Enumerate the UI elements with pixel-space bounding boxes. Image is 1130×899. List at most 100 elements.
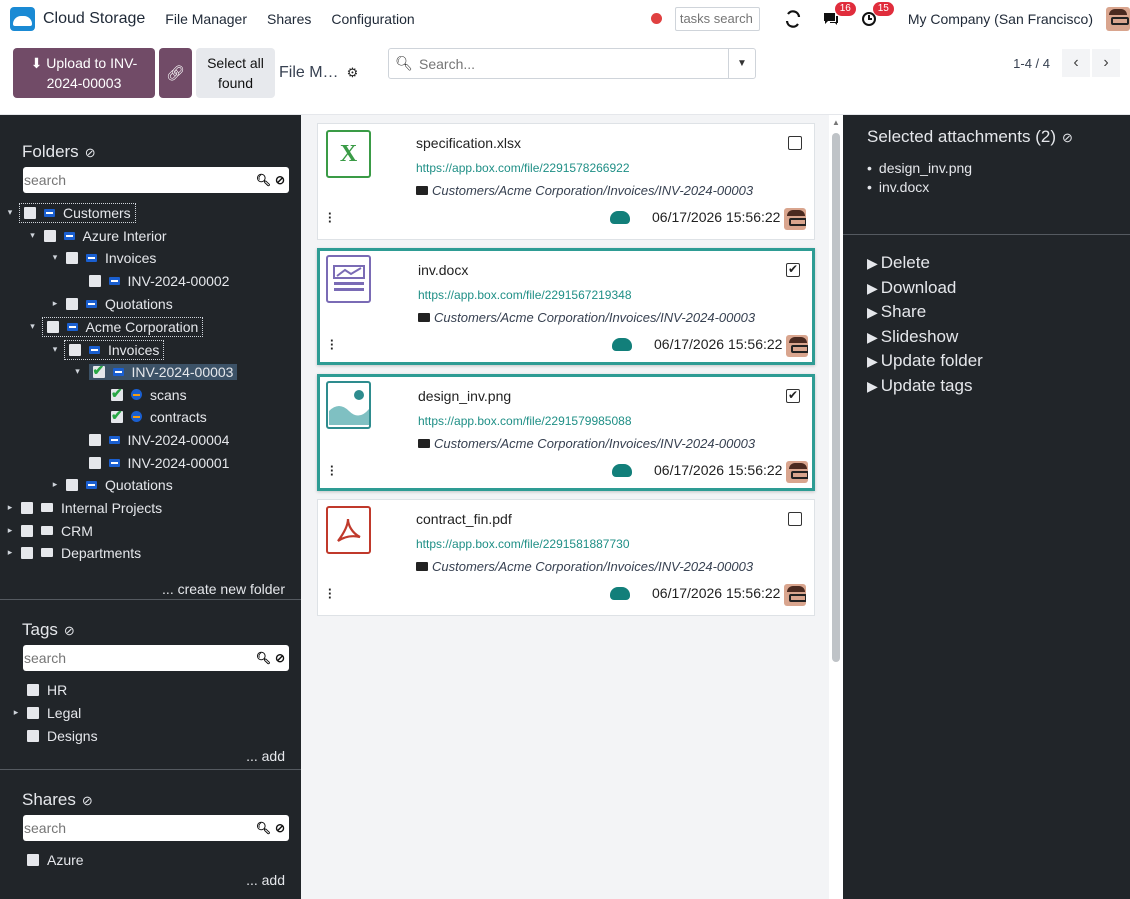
more-options-icon[interactable]: · · · bbox=[328, 583, 332, 604]
folder-node-body[interactable]: scans bbox=[111, 385, 187, 403]
checkbox[interactable] bbox=[111, 407, 123, 424]
clear-icon[interactable]: ⊘ bbox=[275, 821, 285, 835]
file-card[interactable]: design_inv.png https://app.box.com/file/2… bbox=[317, 374, 815, 491]
gear-icon[interactable]: ⚙ bbox=[347, 65, 359, 81]
folder-node-body[interactable]: Internal Projects bbox=[21, 500, 162, 516]
folder-node-body[interactable]: contracts bbox=[111, 407, 207, 425]
pdf-file-icon[interactable] bbox=[326, 506, 371, 554]
file-url-link[interactable]: https://app.box.com/file/2291578266922 bbox=[416, 161, 630, 175]
clear-folders-icon[interactable]: ⊘ bbox=[85, 145, 96, 160]
checkbox[interactable] bbox=[24, 206, 36, 219]
owner-avatar[interactable] bbox=[786, 461, 808, 483]
tag-item-hr[interactable]: HR bbox=[11, 679, 67, 700]
menu-configuration[interactable]: Configuration bbox=[331, 11, 414, 27]
action-share[interactable]: Share bbox=[867, 302, 983, 327]
sync-icon[interactable] bbox=[782, 8, 804, 30]
caret-right-icon[interactable]: ▸ bbox=[5, 525, 15, 536]
checkbox[interactable] bbox=[66, 251, 78, 264]
folder-node-body[interactable]: INV-2024-00002 bbox=[88, 273, 229, 289]
share-item-azure[interactable]: Azure bbox=[11, 849, 84, 870]
action-slideshow[interactable]: Slideshow bbox=[867, 327, 983, 352]
more-options-icon[interactable]: · · · bbox=[330, 460, 334, 481]
action-update-tags[interactable]: Update tags bbox=[867, 376, 983, 401]
user-avatar[interactable] bbox=[1106, 6, 1130, 31]
folder-node[interactable]: ▾ Azure Interior bbox=[28, 225, 167, 246]
record-dot-icon[interactable] bbox=[650, 13, 662, 24]
checkbox[interactable] bbox=[43, 229, 56, 242]
search-icon[interactable]: 🔍︎ bbox=[256, 173, 271, 187]
add-tag-link[interactable]: ... add bbox=[246, 748, 285, 764]
excel-file-icon[interactable]: X bbox=[326, 130, 371, 178]
caret-down-icon[interactable]: ▾ bbox=[50, 344, 60, 355]
file-name[interactable]: contract_fin.pdf bbox=[416, 511, 512, 527]
checkbox[interactable] bbox=[21, 501, 33, 514]
caret-right-icon[interactable]: ▸ bbox=[50, 298, 60, 309]
folder-node-body[interactable]: Acme Corporation bbox=[41, 316, 204, 337]
brand[interactable]: Cloud Storage bbox=[10, 6, 145, 31]
clear-icon[interactable]: ⊘ bbox=[275, 651, 285, 665]
folder-node-body[interactable]: Invoices bbox=[66, 250, 156, 266]
caret-right-icon[interactable]: ▸ bbox=[5, 502, 15, 513]
document-file-icon[interactable] bbox=[326, 255, 371, 303]
tasks-search-input[interactable] bbox=[674, 6, 760, 31]
checkbox[interactable] bbox=[88, 433, 101, 446]
action-download[interactable]: Download bbox=[867, 278, 983, 303]
upload-button[interactable]: ⬇︎ Upload to INV-2024-00003 bbox=[13, 48, 155, 98]
folder-node[interactable]: ▾ INV-2024-00003 bbox=[73, 361, 238, 382]
pager-value[interactable]: 1-4 / 4 bbox=[1013, 56, 1050, 71]
more-options-icon[interactable]: · · · bbox=[328, 207, 332, 228]
checkbox[interactable] bbox=[66, 297, 78, 310]
file-url-link[interactable]: https://app.box.com/file/2291579985088 bbox=[418, 414, 632, 428]
activities-icon[interactable]: 15 bbox=[858, 1, 894, 30]
folder-node-body[interactable]: INV-2024-00001 bbox=[88, 455, 229, 471]
checkbox[interactable] bbox=[46, 320, 59, 333]
pager-previous-button[interactable]: ‹ bbox=[1062, 49, 1090, 77]
folder-node[interactable]: ▸ CRM bbox=[5, 520, 93, 541]
checkbox[interactable] bbox=[27, 729, 39, 742]
folder-node-body[interactable]: Quotations bbox=[66, 296, 173, 312]
folders-search-input[interactable] bbox=[23, 172, 256, 188]
checkbox[interactable] bbox=[111, 385, 123, 402]
checkbox[interactable] bbox=[27, 683, 39, 696]
checkbox[interactable] bbox=[27, 853, 39, 866]
search-options-toggle[interactable]: ▼ bbox=[728, 49, 755, 78]
folder-node[interactable]: ▾ Acme Corporation bbox=[28, 316, 204, 337]
caret-right-icon[interactable]: ▸ bbox=[50, 479, 60, 490]
tags-search-input[interactable] bbox=[23, 650, 256, 666]
folder-node[interactable]: ▸ Departments bbox=[5, 542, 141, 563]
caret-down-icon[interactable]: ▾ bbox=[28, 321, 38, 332]
folder-node[interactable]: scans bbox=[95, 384, 187, 405]
file-card[interactable]: inv.docx https://app.box.com/file/2291567… bbox=[317, 248, 815, 365]
file-name[interactable]: inv.docx bbox=[418, 262, 468, 278]
tag-item-designs[interactable]: Designs bbox=[11, 725, 98, 746]
more-options-icon[interactable]: · · · bbox=[330, 334, 334, 355]
search-input[interactable] bbox=[419, 55, 728, 72]
file-card[interactable]: Xspecification.xlsx https://app.box.com/f… bbox=[317, 123, 815, 240]
caret-right-icon[interactable]: ▸ bbox=[5, 547, 15, 558]
link-button[interactable]: 🔗︎ bbox=[159, 48, 192, 98]
shares-search-input[interactable] bbox=[23, 820, 256, 836]
clear-selection-icon[interactable]: ⊘ bbox=[1062, 130, 1073, 145]
add-share-link[interactable]: ... add bbox=[246, 872, 285, 888]
checkbox[interactable] bbox=[21, 546, 33, 559]
tag-item-legal[interactable]: ▸ Legal bbox=[11, 702, 82, 723]
owner-avatar[interactable] bbox=[786, 335, 808, 357]
folder-node-body[interactable]: Azure Interior bbox=[43, 228, 167, 244]
file-select-checkbox[interactable]: ✔ bbox=[786, 263, 800, 277]
file-select-checkbox[interactable] bbox=[788, 512, 802, 526]
caret-down-icon[interactable]: ▾ bbox=[28, 230, 38, 241]
action-delete[interactable]: Delete bbox=[867, 253, 983, 278]
checkbox[interactable] bbox=[88, 456, 101, 469]
folder-node-body[interactable]: Departments bbox=[21, 545, 141, 561]
folder-node-body[interactable]: Invoices bbox=[63, 339, 165, 360]
scrollbar-thumb[interactable] bbox=[832, 133, 840, 662]
file-name[interactable]: design_inv.png bbox=[418, 388, 511, 404]
owner-avatar[interactable] bbox=[784, 208, 806, 230]
checkbox[interactable] bbox=[27, 706, 39, 719]
file-card[interactable]: contract_fin.pdf https://app.box.com/file… bbox=[317, 499, 815, 616]
caret-down-icon[interactable]: ▾ bbox=[5, 207, 15, 218]
clear-icon[interactable]: ⊘ bbox=[275, 173, 285, 187]
owner-avatar[interactable] bbox=[784, 584, 806, 606]
checkbox[interactable] bbox=[88, 274, 101, 287]
file-url-link[interactable]: https://app.box.com/file/2291581887730 bbox=[416, 537, 630, 551]
